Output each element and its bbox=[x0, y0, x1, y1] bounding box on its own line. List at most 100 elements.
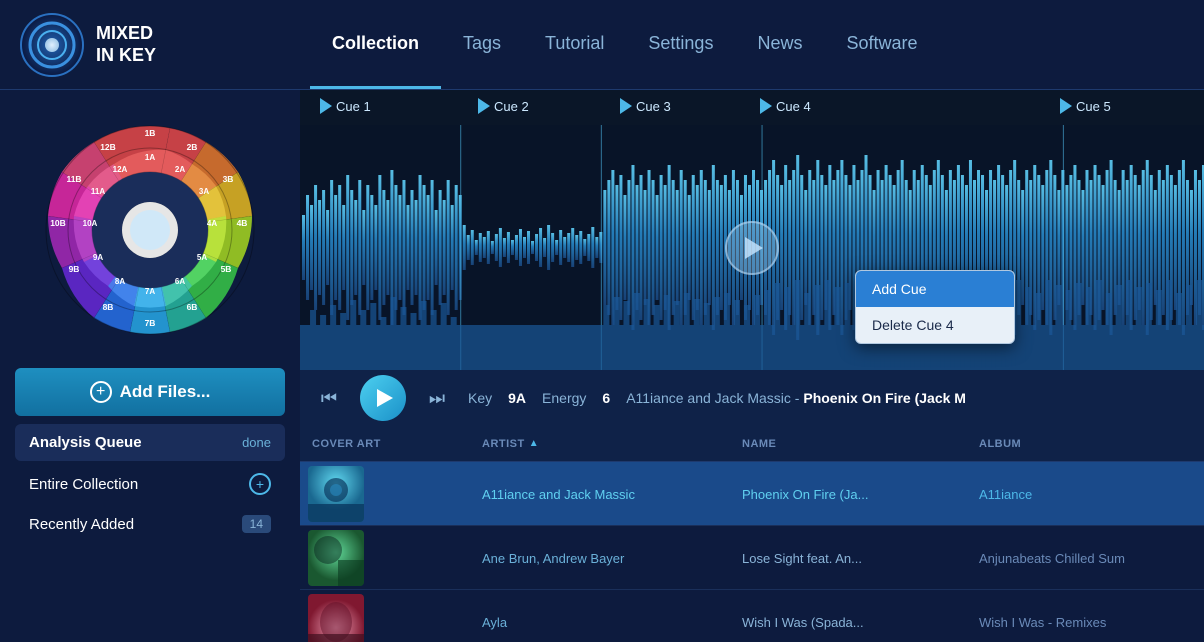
cue-4[interactable]: Cue 4 bbox=[760, 98, 811, 114]
table-row[interactable]: A11iance and Jack Massic Phoenix On Fire… bbox=[300, 462, 1204, 526]
nav-tags[interactable]: Tags bbox=[441, 0, 523, 89]
svg-text:1A: 1A bbox=[145, 153, 155, 162]
table-row[interactable]: Ane Brun, Andrew Bayer Lose Sight feat. … bbox=[300, 526, 1204, 590]
artist-cell: A11iance and Jack Massic bbox=[470, 487, 730, 502]
nav-collection[interactable]: Collection bbox=[310, 0, 441, 89]
artist-cell: Ayla bbox=[470, 615, 730, 630]
cue-4-label: Cue 4 bbox=[776, 99, 811, 114]
logo-icon bbox=[20, 13, 84, 77]
recently-added-label: Recently Added bbox=[29, 516, 134, 533]
col-artist[interactable]: ARTIST ▲ bbox=[470, 426, 730, 461]
name-cell: Wish I Was (Spada... bbox=[730, 615, 967, 630]
key-label: Key bbox=[468, 390, 492, 406]
cue-5[interactable]: Cue 5 bbox=[1060, 98, 1111, 114]
track-info: Key 9A Energy 6 bbox=[468, 390, 610, 406]
svg-text:12B: 12B bbox=[100, 142, 116, 152]
recently-added-badge: 14 bbox=[242, 515, 271, 533]
header: MIXED IN KEY Collection Tags Tutorial Se… bbox=[0, 0, 1204, 90]
add-collection-icon[interactable]: + bbox=[249, 473, 271, 495]
camelot-wheel: 1B 2B 3B 4B 5B 6B 7B 8B 9B 10B 11B 12B 1… bbox=[30, 110, 270, 350]
track-artist: A11iance and Jack Massic bbox=[626, 390, 791, 406]
skip-back-button[interactable]: ⏮ bbox=[314, 383, 344, 413]
col-name-label: NAME bbox=[742, 438, 776, 450]
analysis-queue-label: Analysis Queue bbox=[29, 434, 142, 451]
svg-text:4A: 4A bbox=[207, 219, 217, 228]
track-title: Phoenix On Fire (Jack M bbox=[803, 390, 966, 406]
context-menu: Add Cue Delete Cue 4 bbox=[855, 270, 1015, 344]
track-name-display: A11iance and Jack Massic - Phoenix On Fi… bbox=[626, 390, 966, 406]
analysis-queue-status: done bbox=[242, 435, 271, 450]
cue-5-flag bbox=[1060, 98, 1072, 114]
delete-cue-menu-item[interactable]: Delete Cue 4 bbox=[856, 307, 1014, 343]
add-files-button[interactable]: + Add Files... bbox=[15, 368, 285, 416]
logo: MIXED IN KEY bbox=[20, 13, 310, 77]
nav-software[interactable]: Software bbox=[824, 0, 939, 89]
cue-1-label: Cue 1 bbox=[336, 99, 371, 114]
collection-items: Entire Collection + Recently Added 14 bbox=[15, 463, 285, 543]
album-cell: Wish I Was - Remixes bbox=[967, 615, 1204, 630]
table-row[interactable]: Ayla Wish I Was (Spada... Wish I Was - R… bbox=[300, 590, 1204, 642]
svg-text:7B: 7B bbox=[145, 318, 156, 328]
entire-collection-row[interactable]: Entire Collection + bbox=[15, 463, 285, 505]
cue-2[interactable]: Cue 2 bbox=[478, 98, 529, 114]
track-table: COVER ART ARTIST ▲ NAME ALBUM bbox=[300, 426, 1204, 642]
nav-news[interactable]: News bbox=[735, 0, 824, 89]
svg-text:9B: 9B bbox=[69, 264, 80, 274]
cover-cell bbox=[300, 590, 470, 642]
svg-text:4B: 4B bbox=[237, 218, 248, 228]
col-cover-art: COVER ART bbox=[300, 426, 470, 461]
cue-2-flag bbox=[478, 98, 490, 114]
col-cover-art-label: COVER ART bbox=[312, 438, 381, 450]
add-cue-menu-item[interactable]: Add Cue bbox=[856, 271, 1014, 307]
play-button[interactable] bbox=[360, 375, 406, 421]
nav-settings[interactable]: Settings bbox=[626, 0, 735, 89]
waveform-play-button[interactable] bbox=[725, 221, 779, 275]
table-header: COVER ART ARTIST ▲ NAME ALBUM bbox=[300, 426, 1204, 462]
svg-text:5A: 5A bbox=[197, 253, 207, 262]
col-artist-label: ARTIST bbox=[482, 438, 525, 450]
svg-text:6A: 6A bbox=[175, 277, 185, 286]
cue-markers: Cue 1 Cue 2 Cue 3 Cue 4 Cue 5 bbox=[300, 90, 1204, 125]
cue-1-flag bbox=[320, 98, 332, 114]
cue-3[interactable]: Cue 3 bbox=[620, 98, 671, 114]
cue-4-flag bbox=[760, 98, 772, 114]
energy-label: Energy bbox=[542, 390, 586, 406]
svg-text:1B: 1B bbox=[145, 128, 156, 138]
cue-1[interactable]: Cue 1 bbox=[320, 98, 371, 114]
album-cell: Anjunabeats Chilled Sum bbox=[967, 551, 1204, 566]
nav-tutorial[interactable]: Tutorial bbox=[523, 0, 626, 89]
svg-text:6B: 6B bbox=[187, 302, 198, 312]
right-content: Cue 1 Cue 2 Cue 3 Cue 4 Cue 5 bbox=[300, 90, 1204, 642]
skip-forward-button[interactable]: ⏭ bbox=[422, 383, 452, 413]
waveform-visual bbox=[300, 125, 1204, 370]
cover-art bbox=[308, 594, 364, 642]
svg-text:10A: 10A bbox=[83, 219, 98, 228]
add-files-label: Add Files... bbox=[120, 382, 211, 402]
recently-added-row[interactable]: Recently Added 14 bbox=[15, 505, 285, 543]
svg-text:2B: 2B bbox=[187, 142, 198, 152]
col-album-label: ALBUM bbox=[979, 438, 1021, 450]
svg-text:11A: 11A bbox=[91, 187, 105, 196]
cue-3-label: Cue 3 bbox=[636, 99, 671, 114]
name-cell: Phoenix On Fire (Ja... bbox=[730, 487, 967, 502]
cue-3-flag bbox=[620, 98, 632, 114]
artist-cell: Ane Brun, Andrew Bayer bbox=[470, 551, 730, 566]
sort-arrow-icon: ▲ bbox=[529, 438, 539, 449]
col-album[interactable]: ALBUM bbox=[967, 426, 1204, 461]
waveform-area[interactable]: Cue 1 Cue 2 Cue 3 Cue 4 Cue 5 bbox=[300, 90, 1204, 370]
cover-art bbox=[308, 530, 364, 586]
svg-text:9A: 9A bbox=[93, 253, 103, 262]
svg-text:3A: 3A bbox=[199, 187, 209, 196]
svg-text:8B: 8B bbox=[103, 302, 114, 312]
sidebar: 1B 2B 3B 4B 5B 6B 7B 8B 9B 10B 11B 12B 1… bbox=[0, 90, 300, 642]
col-name[interactable]: NAME bbox=[730, 426, 967, 461]
entire-collection-label: Entire Collection bbox=[29, 476, 138, 493]
cover-cell bbox=[300, 462, 470, 526]
name-cell: Lose Sight feat. An... bbox=[730, 551, 967, 566]
key-value: 9A bbox=[508, 390, 526, 406]
cue-5-label: Cue 5 bbox=[1076, 99, 1111, 114]
svg-text:7A: 7A bbox=[145, 287, 155, 296]
energy-value: 6 bbox=[602, 390, 610, 406]
cover-cell bbox=[300, 526, 470, 590]
album-cell: A11iance bbox=[967, 487, 1204, 502]
